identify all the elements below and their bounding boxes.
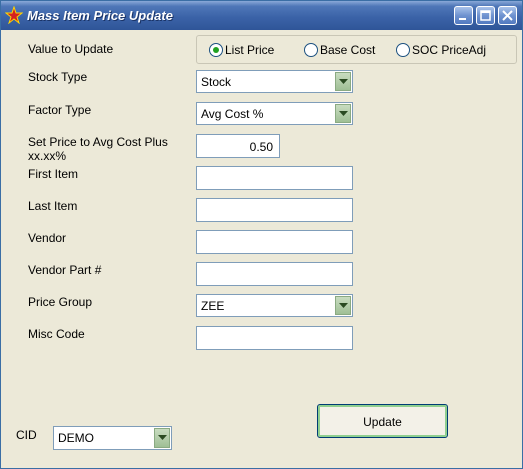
vendor-input[interactable] [196, 230, 353, 254]
radio-dot-selected[interactable] [209, 43, 223, 57]
stock-type-label: Stock Type [28, 70, 88, 84]
misc-code-label: Misc Code [28, 327, 85, 341]
radio-label: SOC PriceAdj [412, 43, 487, 57]
vendor-part-input[interactable] [196, 262, 353, 286]
stock-type-select[interactable]: Stock [196, 70, 353, 93]
cid-value: DEMO [58, 431, 94, 445]
chevron-down-icon [158, 435, 167, 440]
dropdown-arrow-button[interactable] [335, 104, 351, 123]
chevron-down-icon [339, 303, 348, 308]
minimize-button[interactable] [454, 6, 473, 25]
maximize-icon [480, 10, 491, 21]
first-item-input[interactable] [196, 166, 353, 190]
title-bar[interactable]: Mass Item Price Update [1, 1, 522, 30]
radio-label: Base Cost [320, 43, 376, 57]
set-price-label-line2: xx.xx% [28, 149, 67, 163]
update-button-label: Update [363, 415, 402, 429]
set-price-value: 0.50 [249, 140, 273, 154]
dropdown-arrow-button[interactable] [335, 72, 351, 91]
app-star-icon [4, 5, 24, 25]
dropdown-arrow-button[interactable] [154, 428, 170, 448]
cid-label: CID [16, 428, 37, 442]
price-group-value: ZEE [201, 299, 225, 313]
value-to-update-radio-group: List Price Base Cost SOC PriceAdj [196, 35, 517, 64]
close-button[interactable] [498, 6, 517, 25]
set-price-input[interactable]: 0.50 [196, 134, 280, 158]
set-price-label-line1: Set Price to Avg Cost Plus [28, 135, 168, 149]
cid-select[interactable]: DEMO [53, 426, 172, 450]
last-item-input[interactable] [196, 198, 353, 222]
radio-label: List Price [225, 43, 275, 57]
main-window: Mass Item Price Update Value to Update L… [0, 0, 523, 469]
dropdown-arrow-button[interactable] [335, 296, 351, 315]
radio-dot[interactable] [304, 43, 318, 57]
vendor-label: Vendor [28, 231, 67, 245]
vendor-part-label: Vendor Part # [28, 263, 102, 277]
maximize-button[interactable] [476, 6, 495, 25]
radio-dot[interactable] [396, 43, 410, 57]
factor-type-select[interactable]: Avg Cost % [196, 102, 353, 125]
minimize-icon [459, 18, 466, 20]
price-group-label: Price Group [28, 295, 93, 309]
first-item-label: First Item [28, 167, 78, 181]
update-button[interactable]: Update [317, 404, 448, 438]
chevron-down-icon [339, 79, 348, 84]
chevron-down-icon [339, 111, 348, 116]
factor-type-value: Avg Cost % [201, 107, 264, 121]
price-group-select[interactable]: ZEE [196, 294, 353, 317]
close-icon [502, 10, 513, 21]
last-item-label: Last Item [28, 199, 78, 213]
stock-type-value: Stock [201, 75, 232, 89]
value-to-update-label: Value to Update [28, 42, 114, 56]
window-title: Mass Item Price Update [27, 8, 173, 23]
factor-type-label: Factor Type [28, 103, 92, 117]
misc-code-input[interactable] [196, 326, 353, 350]
